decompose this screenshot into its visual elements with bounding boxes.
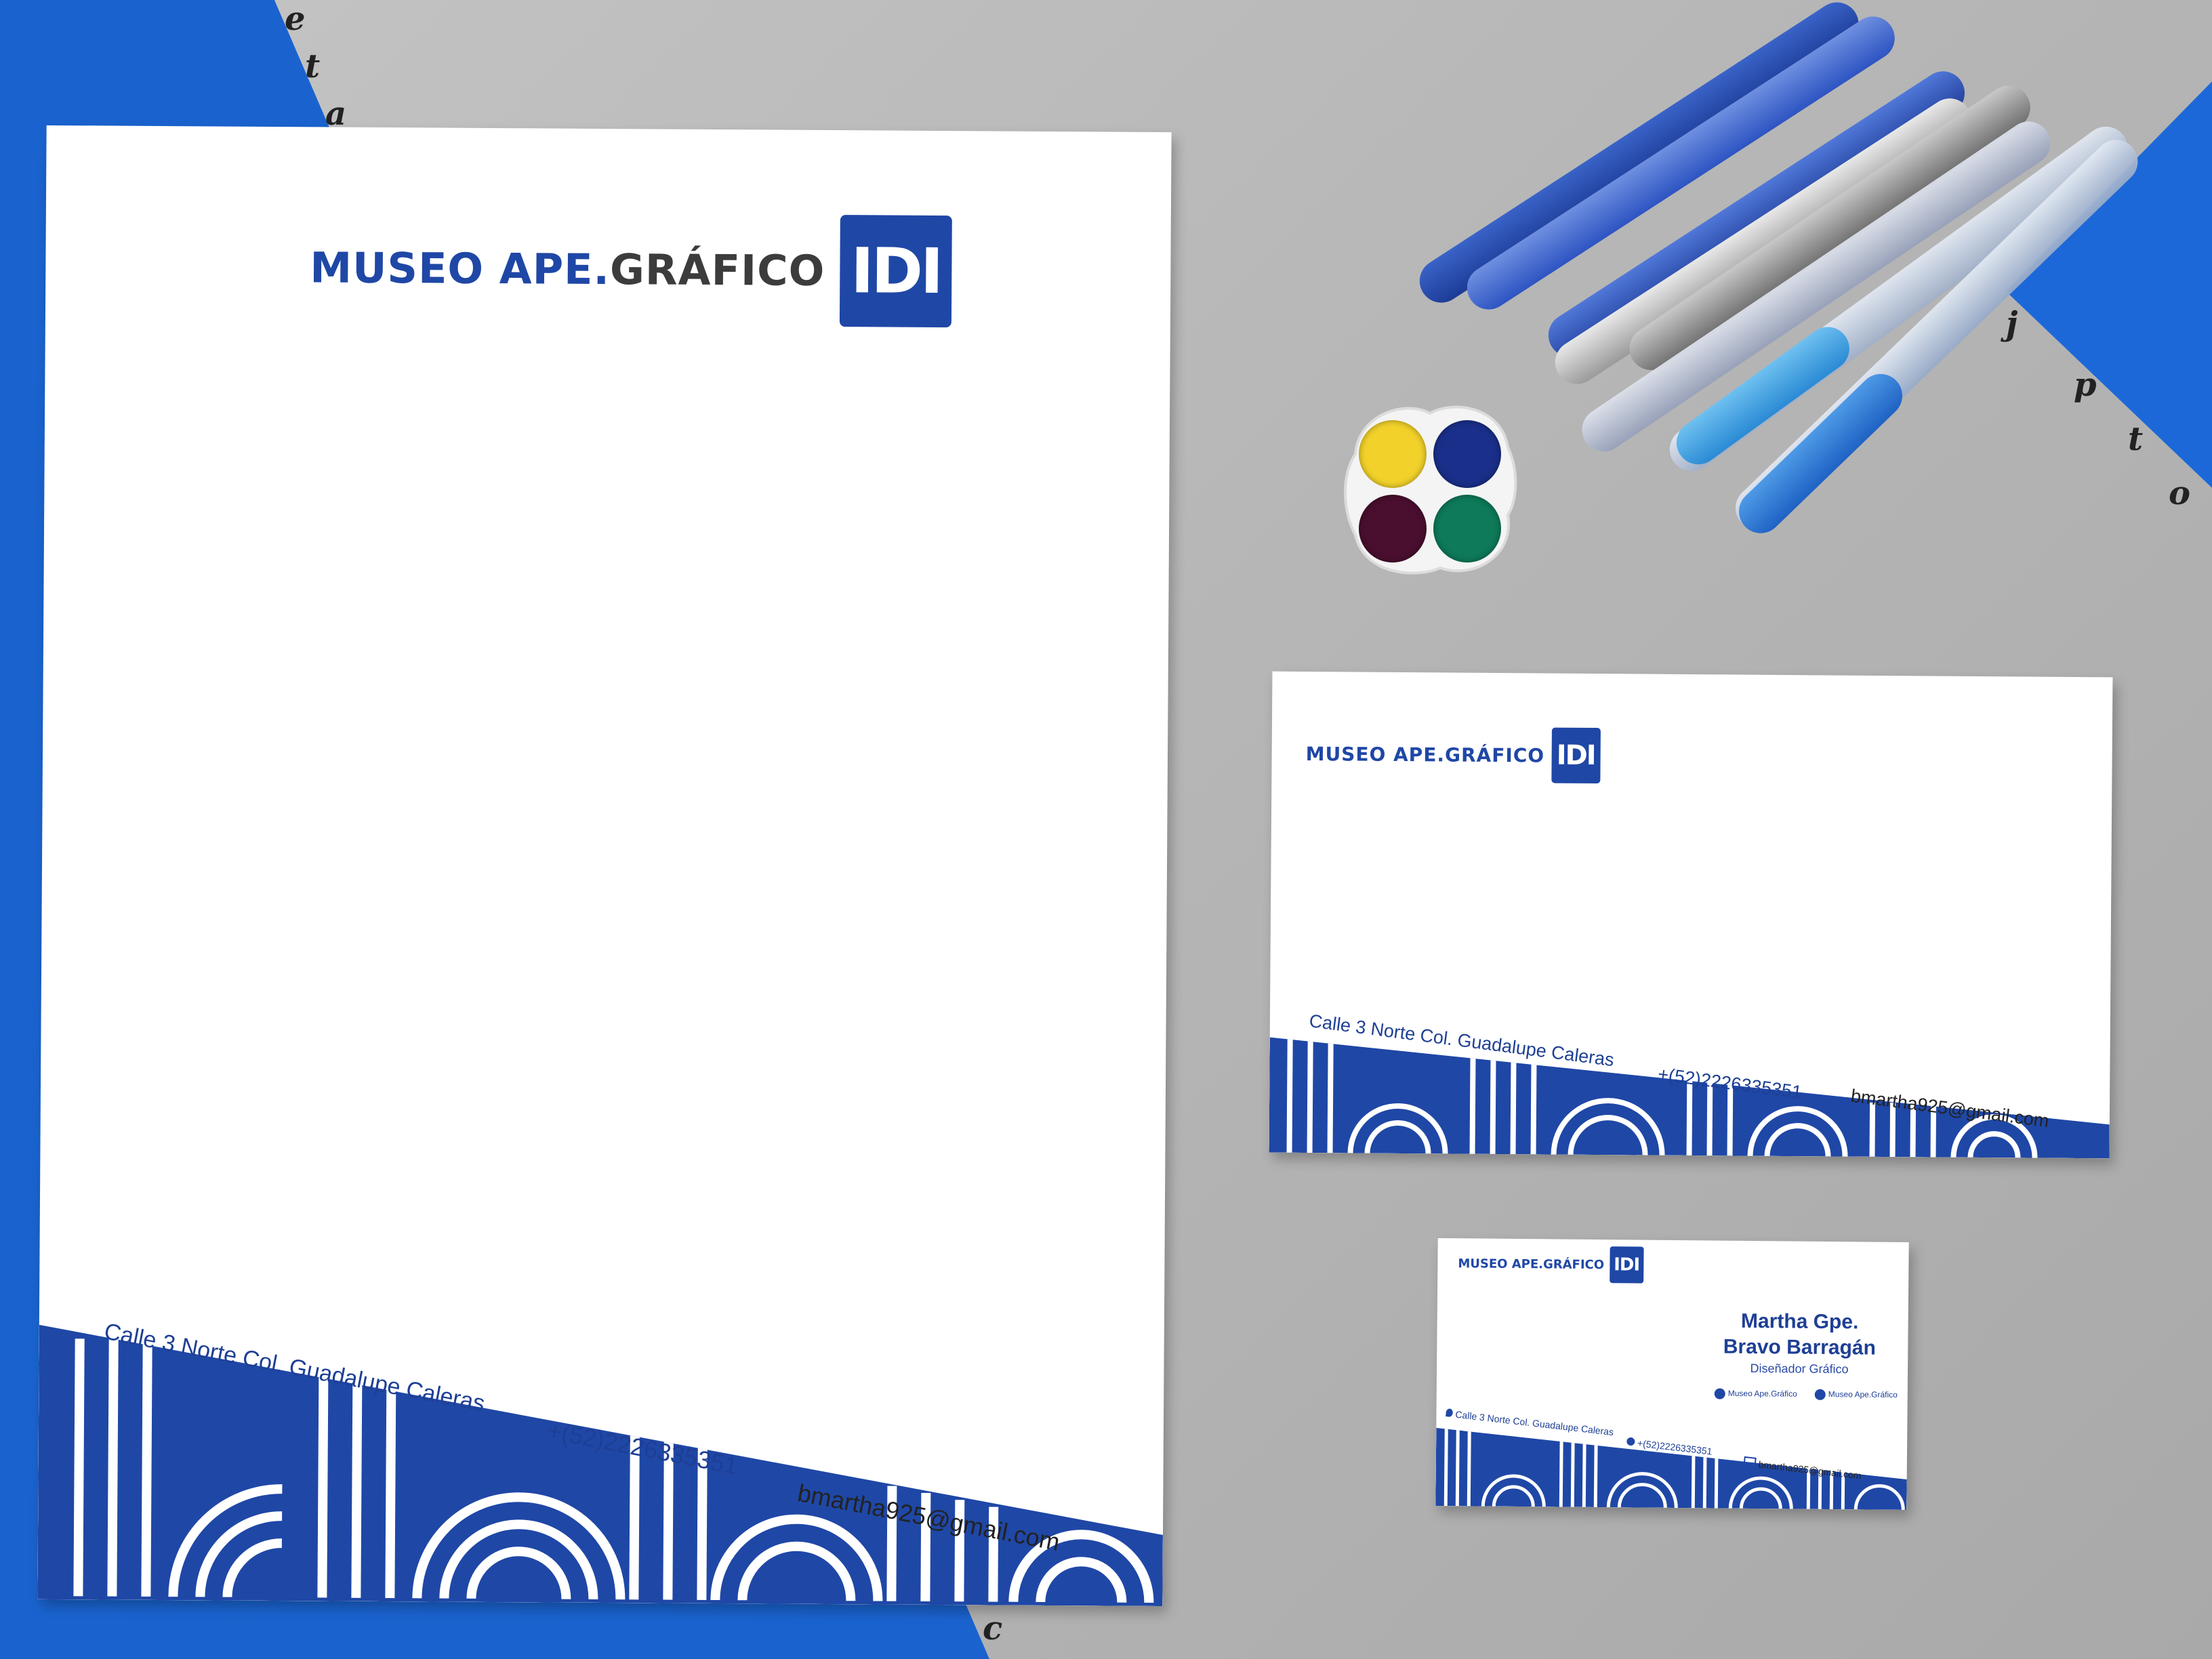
- envelope-footer-band: [1269, 1038, 2110, 1159]
- footer-pattern: [1269, 1038, 2110, 1159]
- logo-text: IDI: [1556, 739, 1595, 772]
- palette-shape: [1344, 405, 1517, 575]
- green-paint-well: [1433, 495, 1501, 562]
- instagram-icon: [1814, 1389, 1826, 1400]
- logo-text: IDI: [851, 234, 941, 308]
- photo-scene: e t a j p t o c MUSEO APE.GRÁFICO IDI Ca…: [0, 0, 2212, 1659]
- brand-name: MUSEO APE.GRÁFICO: [310, 243, 825, 295]
- brand-name-part1: MUSEO APE.: [1305, 742, 1446, 766]
- card-social-1: Museo Ape.Gráfico: [1714, 1388, 1797, 1400]
- brand-logo: IDI: [1551, 727, 1601, 784]
- brand-logo: IDI: [839, 215, 952, 328]
- letterhead-sheet: MUSEO APE.GRÁFICO IDI Calle 3 Norte Col.…: [37, 125, 1172, 1607]
- card-person-name: Martha Gpe. Bravo Barragán Diseñador Grá…: [1701, 1308, 1898, 1378]
- location-pin-icon: [1446, 1408, 1454, 1418]
- brand-logo: IDI: [1609, 1246, 1644, 1284]
- card-name-line2: Bravo Barragán: [1723, 1335, 1877, 1359]
- edge-letter: j: [2006, 305, 2018, 343]
- brand-name-part2: GRÁFICO: [1444, 743, 1545, 766]
- yellow-paint-well: [1359, 420, 1427, 488]
- edge-letter: p: [2074, 366, 2097, 404]
- facebook-icon: [1714, 1388, 1725, 1399]
- edge-letter: e: [285, 0, 306, 38]
- card-role: Diseñador Gráfico: [1750, 1361, 1849, 1376]
- whatsapp-icon: [1626, 1437, 1636, 1446]
- blue-paint-well: [1433, 420, 1501, 488]
- brand-name-part1: MUSEO APE.: [310, 243, 611, 295]
- brand-name-part2: GRÁFICO: [1542, 1256, 1605, 1272]
- edge-letter: o: [2169, 474, 2191, 512]
- footer-pattern: [37, 1325, 1164, 1606]
- paint-palette: [1338, 400, 1521, 583]
- card-social-1-label: Museo Ape.Gráfico: [1727, 1388, 1797, 1399]
- brand-name-part1: MUSEO APE.: [1458, 1256, 1544, 1271]
- logo-text: IDI: [1614, 1254, 1640, 1275]
- edge-letter: c: [983, 1610, 1003, 1647]
- card-social-2-label: Museo Ape.Gráfico: [1828, 1389, 1898, 1400]
- card-name-line1: Martha Gpe.: [1740, 1309, 1859, 1334]
- envelope: MUSEO APE.GRÁFICO IDI Calle 3 Norte Col.…: [1269, 671, 2113, 1159]
- brand-name-part2: GRÁFICO: [609, 245, 825, 295]
- letterhead-brand: MUSEO APE.GRÁFICO IDI: [310, 211, 952, 328]
- card-social-row: Museo Ape.Gráfico Museo Ape.Gráfico: [1714, 1388, 1898, 1401]
- edge-letter: t: [305, 47, 321, 85]
- brand-name: MUSEO APE.GRÁFICO: [1306, 743, 1545, 766]
- letterhead-footer-band: [37, 1325, 1164, 1606]
- mail-icon: [1743, 1456, 1757, 1467]
- purple-paint-well: [1359, 495, 1427, 562]
- envelope-brand: MUSEO APE.GRÁFICO IDI: [1305, 726, 1601, 784]
- brand-name: MUSEO APE.GRÁFICO: [1458, 1256, 1604, 1272]
- business-card: MUSEO APE.GRÁFICO IDI Martha Gpe. Bravo …: [1435, 1237, 1909, 1511]
- card-brand: MUSEO APE.GRÁFICO IDI: [1458, 1245, 1644, 1284]
- edge-letter: t: [2128, 420, 2144, 458]
- card-social-2: Museo Ape.Gráfico: [1814, 1389, 1898, 1401]
